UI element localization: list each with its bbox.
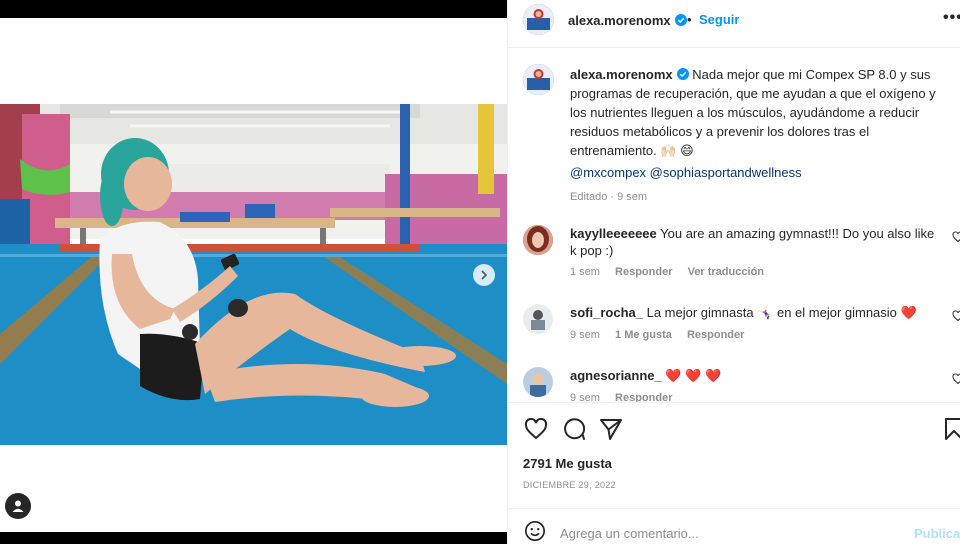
follow-button[interactable]: Seguir	[699, 12, 739, 27]
caption-meta: Editado · 9 sem	[570, 191, 647, 203]
comment-text: La mejor gimnasta 🤸🏻‍♀️ en el mejor gimn…	[646, 305, 917, 320]
author-avatar[interactable]	[523, 4, 554, 35]
comment-body: sofi_rocha_ La mejor gimnasta 🤸🏻‍♀️ en e…	[570, 304, 940, 321]
comment-time: 9 sem	[570, 392, 600, 402]
verified-badge-icon	[676, 68, 689, 80]
comment-meta: 1 sem Responder Ver traducción	[570, 266, 776, 278]
commenter-username[interactable]: agnesorianne_	[570, 368, 662, 383]
avatar-image	[523, 64, 554, 95]
comment-body: kayylleeeeeee You are an amazing gymnast…	[570, 225, 940, 259]
commenter-avatar[interactable]	[523, 367, 553, 397]
avatar-image	[523, 225, 553, 255]
reply-button[interactable]: Responder	[687, 329, 744, 341]
mention-link[interactable]: @sophiasportandwellness	[650, 165, 802, 180]
gym-photo-illustration	[0, 104, 507, 445]
post-side-panel: alexa.morenomx • Seguir ••• alexa.moreno…	[507, 0, 960, 544]
mention-link[interactable]: @mxcompex	[570, 165, 646, 180]
bookmark-icon[interactable]	[944, 417, 960, 441]
commenter-username[interactable]: kayylleeeeeee	[570, 226, 657, 241]
emoji-icon[interactable]	[524, 520, 546, 542]
chevron-right-icon	[481, 270, 488, 280]
tagged-users-button[interactable]	[5, 493, 31, 519]
comment-icon[interactable]	[562, 417, 586, 441]
heart-icon[interactable]	[524, 417, 548, 441]
avatar-image	[523, 367, 553, 397]
author-username[interactable]: alexa.morenomx	[568, 13, 671, 28]
post-header: alexa.morenomx • Seguir •••	[508, 0, 960, 48]
comment-time: 9 sem	[570, 329, 600, 341]
likes-count[interactable]: 2791 Me gusta	[523, 456, 612, 471]
edited-label: Editado	[570, 191, 608, 203]
commenter-avatar[interactable]	[523, 304, 553, 334]
comment-text: ❤️ ❤️ ❤️	[665, 368, 722, 383]
comments-list[interactable]: alexa.morenomx Nada mejor que mi Compex …	[508, 49, 960, 402]
comment-body: agnesorianne_ ❤️ ❤️ ❤️	[570, 367, 940, 384]
add-comment-bar: Publicar	[508, 508, 960, 544]
caption-author-avatar[interactable]	[523, 64, 554, 95]
translate-button[interactable]: Ver traducción	[688, 266, 764, 278]
header-separator: •	[687, 12, 692, 27]
avatar-image	[523, 304, 553, 334]
post-photo[interactable]	[0, 104, 507, 445]
post-actions: 2791 Me gusta DICIEMBRE 29, 2022	[508, 402, 960, 502]
share-icon[interactable]	[599, 417, 623, 441]
comment-time: 1 sem	[570, 266, 600, 278]
comment-like-icon[interactable]	[952, 310, 960, 322]
media-bottom-bar	[0, 532, 507, 544]
meta-dot: ·	[610, 191, 615, 203]
commenter-avatar[interactable]	[523, 225, 553, 255]
avatar-image	[523, 4, 554, 35]
comment-likes[interactable]: 1 Me gusta	[615, 329, 672, 341]
reply-button[interactable]: Responder	[615, 392, 672, 402]
caption-mentions: @mxcompex @sophiasportandwellness	[570, 165, 802, 180]
next-photo-button[interactable]	[473, 264, 495, 286]
post-date: DICIEMBRE 29, 2022	[523, 480, 616, 490]
verified-badge-icon	[674, 14, 687, 26]
post-caption: alexa.morenomx Nada mejor que mi Compex …	[570, 65, 942, 160]
more-options-button[interactable]: •••	[943, 9, 960, 27]
comment-meta: 9 sem 1 Me gusta Responder	[570, 329, 756, 341]
caption-username[interactable]: alexa.morenomx	[570, 67, 673, 82]
media-pane	[0, 0, 507, 544]
publish-button[interactable]: Publicar	[914, 526, 960, 541]
caption-time: 9 sem	[617, 191, 648, 203]
user-tag-icon	[12, 500, 24, 512]
comment-like-icon[interactable]	[952, 231, 960, 243]
commenter-username[interactable]: sofi_rocha_	[570, 305, 643, 320]
comment-input[interactable]	[560, 519, 900, 544]
comment-meta: 9 sem Responder	[570, 392, 685, 402]
media-top-bar	[0, 0, 507, 18]
reply-button[interactable]: Responder	[615, 266, 672, 278]
author-username-row[interactable]: alexa.morenomx	[568, 12, 687, 30]
comment-like-icon[interactable]	[952, 373, 960, 385]
